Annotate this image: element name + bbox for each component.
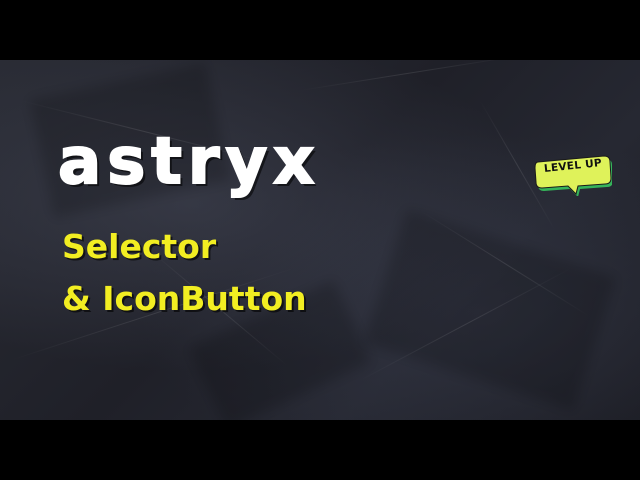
- paper-crease: [299, 60, 518, 91]
- subtitle-line-2: & IconButton: [62, 279, 307, 318]
- subtitle-line-1: Selector: [62, 227, 217, 266]
- brand-logo: astryx: [57, 125, 321, 199]
- video-frame: LEVEL UP astryx Selector & IconButton: [0, 0, 640, 480]
- level-up-badge: LEVEL UP: [532, 152, 612, 196]
